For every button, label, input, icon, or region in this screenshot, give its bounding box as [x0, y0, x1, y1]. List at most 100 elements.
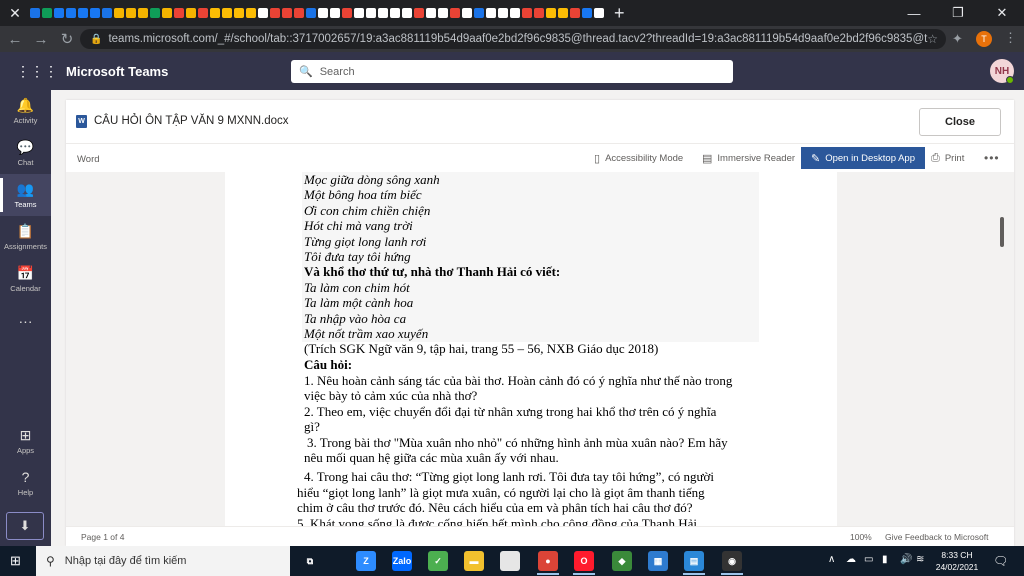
tab-favicon-icon[interactable]	[162, 8, 172, 18]
tab-favicon-icon[interactable]	[546, 8, 556, 18]
tab-favicon-icon[interactable]	[90, 8, 100, 18]
file-explorer-icon[interactable]: ▬	[464, 551, 484, 571]
profile-avatar[interactable]: T	[976, 31, 992, 47]
tab-favicon-icon[interactable]	[30, 8, 40, 18]
tab-favicon-icon[interactable]	[474, 8, 484, 18]
tab-favicon-icon[interactable]	[426, 8, 436, 18]
rail-item-chat[interactable]: 💬 Chat	[0, 132, 51, 174]
tab-favicon-icon[interactable]	[594, 8, 604, 18]
tab-favicon-icon[interactable]	[174, 8, 184, 18]
app-launcher-icon[interactable]: ⋮⋮⋮	[16, 63, 58, 79]
tab-favicon-icon[interactable]	[522, 8, 532, 18]
rail-item-apps[interactable]: ⊞ Apps	[0, 420, 51, 462]
rail-item-activity[interactable]: 🔔 Activity	[0, 90, 51, 132]
rail-item-teams[interactable]: 👥 Teams	[0, 174, 51, 216]
download-app-icon[interactable]: ⬇	[6, 512, 44, 540]
tab-favicon-icon[interactable]	[246, 8, 256, 18]
close-tab-icon[interactable]: ✕	[4, 2, 26, 24]
bookmark-star-icon[interactable]: ☆	[927, 32, 938, 46]
tab-favicon-icon[interactable]	[78, 8, 88, 18]
task-view-icon[interactable]: ⧉	[300, 551, 320, 571]
notification-icon[interactable]: 🗨	[993, 554, 1008, 568]
chevron-up-icon[interactable]: ∧	[828, 554, 835, 565]
search-input[interactable]: 🔍 Search	[291, 60, 733, 83]
chrome-icon[interactable]: ●	[538, 551, 558, 571]
system-clock[interactable]: 8:33 CH 24/02/2021	[930, 549, 984, 573]
tab-favicon-icon[interactable]	[330, 8, 340, 18]
battery-icon[interactable]: ▮	[882, 554, 888, 565]
wifi-icon[interactable]: ≋	[916, 554, 924, 565]
address-bar[interactable]: 🔒 teams.microsoft.com/_#/school/tab::371…	[80, 29, 946, 49]
tab-favicon-icon[interactable]	[342, 8, 352, 18]
cloud-icon[interactable]: ☁	[846, 554, 856, 565]
tab-favicon-icon[interactable]	[510, 8, 520, 18]
immersive-reader-button[interactable]: ▤ Immersive Reader	[702, 147, 795, 169]
tab-favicon-icon[interactable]	[378, 8, 388, 18]
tab-favicon-icon[interactable]	[318, 8, 328, 18]
media-app-icon[interactable]: ◉	[722, 551, 742, 571]
tab-favicon-icon[interactable]	[198, 8, 208, 18]
tab-favicon-icon[interactable]	[486, 8, 496, 18]
tab-favicon-icon[interactable]	[102, 8, 112, 18]
zoom-level[interactable]: 100%	[850, 532, 872, 542]
extensions-icon[interactable]: ✦	[952, 31, 963, 47]
feedback-link[interactable]: Give Feedback to Microsoft	[885, 532, 988, 542]
tab-favicon-icon[interactable]	[54, 8, 64, 18]
rail-item-help[interactable]: ? Help	[0, 462, 51, 504]
forward-icon[interactable]: →	[30, 28, 52, 50]
print-button[interactable]: ⎙ Print	[931, 147, 964, 169]
tab-favicon-icon[interactable]	[390, 8, 400, 18]
tab-favicon-icon[interactable]	[210, 8, 220, 18]
tab-favicon-icon[interactable]	[270, 8, 280, 18]
taskbar-search-input[interactable]: ⚲ Nhập tại đây để tìm kiếm	[36, 546, 290, 576]
plus-icon[interactable]: +	[614, 3, 625, 24]
accessibility-mode-button[interactable]: ▯ Accessibility Mode	[594, 147, 683, 169]
tab-favicon-icon[interactable]	[126, 8, 136, 18]
tab-favicon-icon[interactable]	[258, 8, 268, 18]
tab-favicon-icon[interactable]	[306, 8, 316, 18]
tab-favicon-icon[interactable]	[150, 8, 160, 18]
tab-favicon-icon[interactable]	[234, 8, 244, 18]
tab-favicon-icon[interactable]	[582, 8, 592, 18]
game-app-icon[interactable]: ◆	[612, 551, 632, 571]
tab-favicon-icon[interactable]	[294, 8, 304, 18]
close-button[interactable]: Close	[919, 108, 1001, 136]
rail-item-more[interactable]: ···	[0, 300, 51, 342]
leaf-app-icon[interactable]: ✓	[428, 551, 448, 571]
tab-favicon-icon[interactable]	[282, 8, 292, 18]
dashboard-app-icon[interactable]: ▦	[648, 551, 668, 571]
tab-favicon-icon[interactable]	[534, 8, 544, 18]
tab-favicon-icon[interactable]	[66, 8, 76, 18]
zoom-icon[interactable]: Z	[356, 551, 376, 571]
network-icon[interactable]: ▭	[864, 554, 873, 565]
blank-file-icon[interactable]	[500, 551, 520, 571]
tab-favicon-icon[interactable]	[558, 8, 568, 18]
tab-favicon-icon[interactable]	[402, 8, 412, 18]
restore-icon[interactable]: ❐	[936, 0, 980, 26]
tab-favicon-icon[interactable]	[450, 8, 460, 18]
tab-favicon-icon[interactable]	[186, 8, 196, 18]
tab-favicon-icon[interactable]	[138, 8, 148, 18]
zalo-icon[interactable]: Zalo	[392, 551, 412, 571]
tab-favicon-icon[interactable]	[354, 8, 364, 18]
tab-favicon-icon[interactable]	[42, 8, 52, 18]
volume-icon[interactable]: 🔊	[900, 554, 912, 565]
tab-favicon-icon[interactable]	[498, 8, 508, 18]
tab-favicon-icon[interactable]	[114, 8, 124, 18]
windows-start-icon[interactable]: ⊞	[10, 554, 24, 568]
tab-favicon-icon[interactable]	[414, 8, 424, 18]
scrollbar-thumb[interactable]	[1000, 217, 1004, 247]
rail-item-assignments[interactable]: 📋 Assignments	[0, 216, 51, 258]
rail-item-calendar[interactable]: 📅 Calendar	[0, 258, 51, 300]
tab-favicon-icon[interactable]	[570, 8, 580, 18]
tab-favicon-icon[interactable]	[366, 8, 376, 18]
tab-favicon-icon[interactable]	[222, 8, 232, 18]
browser-menu-icon[interactable]: ⋮	[1004, 30, 1017, 46]
tab-favicon-icon[interactable]	[438, 8, 448, 18]
close-window-icon[interactable]: ✕	[980, 0, 1024, 26]
opera-icon[interactable]: O	[574, 551, 594, 571]
url-text[interactable]: teams.microsoft.com/_#/school/tab::37170…	[108, 33, 928, 45]
open-in-desktop-app-button[interactable]: ✎ Open in Desktop App	[801, 147, 926, 169]
more-options-icon[interactable]: •••	[984, 151, 1000, 165]
tab-favicon-icon[interactable]	[462, 8, 472, 18]
